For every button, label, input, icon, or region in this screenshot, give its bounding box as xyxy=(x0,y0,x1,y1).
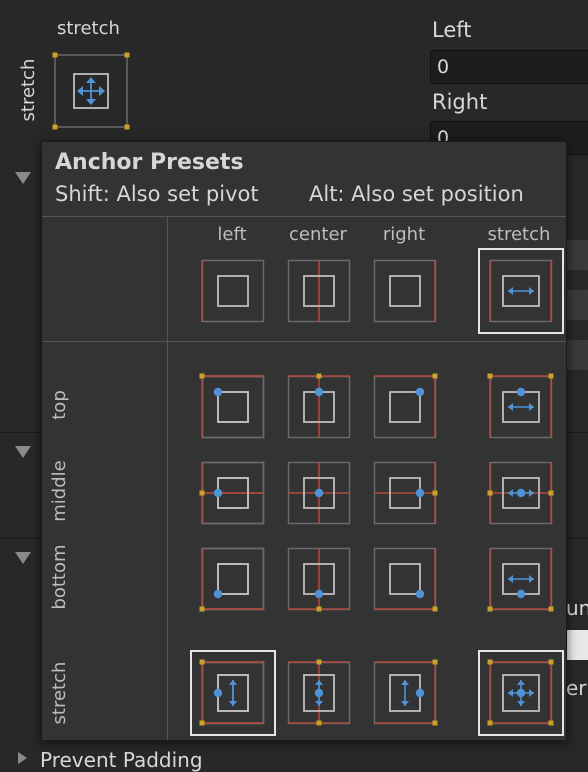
preset-bottom-right[interactable] xyxy=(373,547,438,612)
column-label-stretch: stretch xyxy=(487,224,551,245)
prevent-padding-label: Prevent Padding xyxy=(40,748,203,772)
foldout-arrow-icon[interactable] xyxy=(15,552,31,564)
anchor-preset-side-label: stretch xyxy=(18,58,39,122)
preset-stretch-center[interactable] xyxy=(287,659,351,726)
bg-white-field xyxy=(566,630,588,660)
preset-none-left[interactable] xyxy=(201,259,265,323)
preset-bottom-center[interactable] xyxy=(287,547,351,612)
row-label-stretch: stretch xyxy=(49,661,70,725)
row-label-top: top xyxy=(49,390,70,420)
bg-row xyxy=(566,290,588,320)
obscured-text: un xyxy=(566,596,588,620)
shift-hint: Shift: Also set pivot xyxy=(55,182,259,206)
selected-horizontal-frame xyxy=(478,248,564,334)
preset-middle-right[interactable] xyxy=(373,461,438,525)
obscured-text: eri xyxy=(566,676,588,700)
selected-vertical-frame xyxy=(190,650,276,736)
left-field[interactable]: 0 xyxy=(430,50,588,84)
preset-middle-stretch[interactable] xyxy=(487,461,554,525)
preset-top-left[interactable] xyxy=(199,373,265,439)
preset-top-stretch[interactable] xyxy=(487,373,554,439)
preset-bottom-stretch[interactable] xyxy=(487,547,554,612)
grid-divider-h xyxy=(42,341,566,342)
collapsed-arrow-icon[interactable] xyxy=(18,752,27,764)
preset-none-center[interactable] xyxy=(287,259,351,323)
preset-middle-left[interactable] xyxy=(199,461,265,525)
selected-preset-frame xyxy=(478,650,564,736)
preset-top-right[interactable] xyxy=(373,373,438,439)
right-field-label: Right xyxy=(432,90,488,114)
foldout-arrow-icon[interactable] xyxy=(15,172,31,184)
left-field-label: Left xyxy=(432,18,472,42)
foldout-arrow-icon[interactable] xyxy=(15,446,31,458)
preset-middle-center[interactable] xyxy=(287,461,351,525)
anchor-preset-top-label: stretch xyxy=(57,18,120,39)
bg-row xyxy=(566,340,588,370)
bg-row xyxy=(566,240,588,270)
anchor-presets-popup: Anchor Presets Shift: Also set pivot Alt… xyxy=(41,141,567,741)
row-label-middle: middle xyxy=(49,460,70,522)
popup-title: Anchor Presets xyxy=(55,150,244,175)
row-label-bottom: bottom xyxy=(49,544,70,610)
alt-hint: Alt: Also set position xyxy=(309,182,524,206)
preset-bottom-left[interactable] xyxy=(199,547,265,612)
header-divider xyxy=(42,216,566,217)
preset-stretch-right[interactable] xyxy=(373,659,438,726)
preset-none-right[interactable] xyxy=(373,259,437,323)
column-label-center: center xyxy=(289,224,347,245)
column-label-right: right xyxy=(382,224,426,245)
anchor-preset-button[interactable] xyxy=(52,52,130,130)
grid-divider-v xyxy=(167,216,168,740)
column-label-left: left xyxy=(217,224,247,245)
preset-top-center[interactable] xyxy=(287,373,351,439)
